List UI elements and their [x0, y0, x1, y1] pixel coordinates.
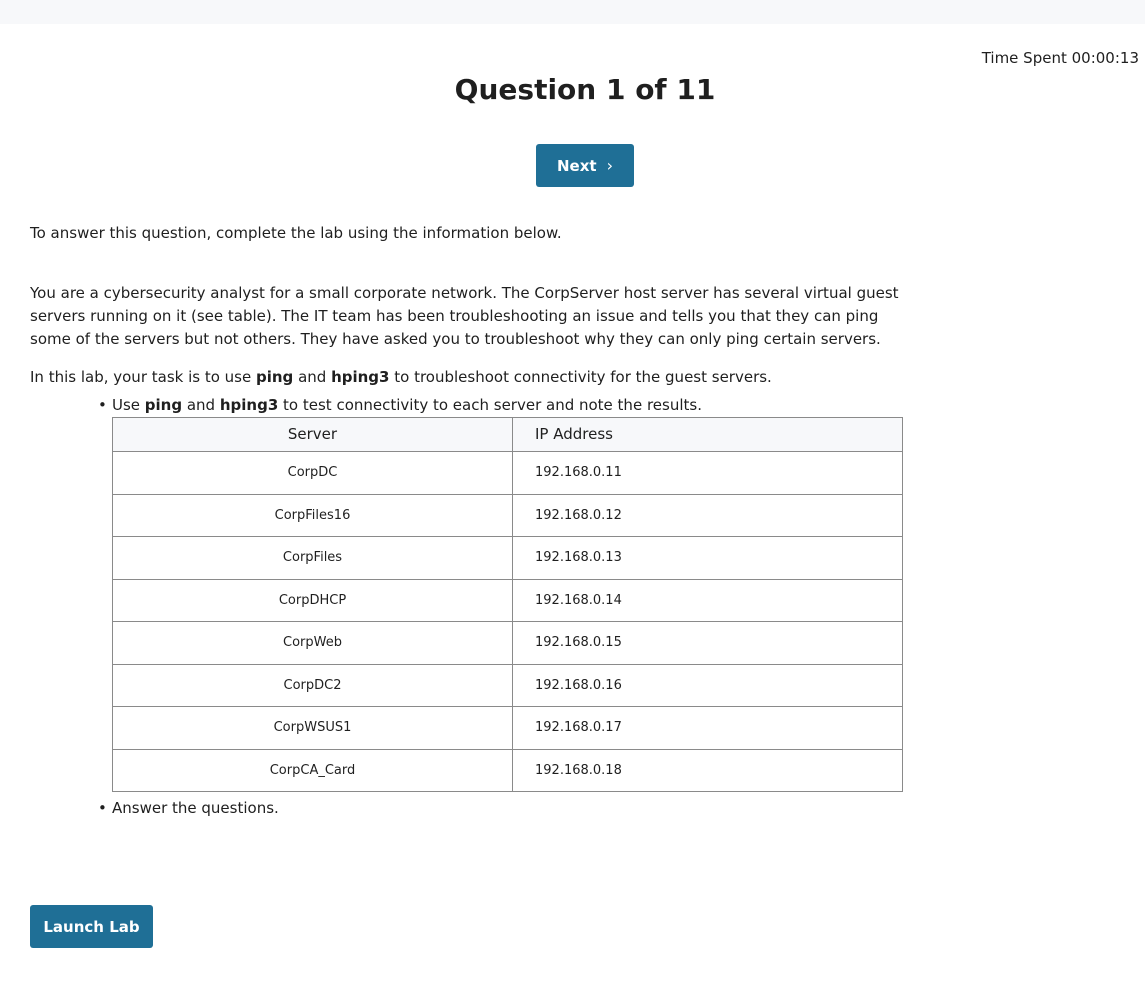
table-header-row: Server IP Address [112, 417, 903, 452]
server-table: Server IP Address CorpDC 192.168.0.11 Co… [112, 417, 903, 792]
time-spent-value: 00:00:13 [1071, 49, 1139, 67]
bullet-test-connectivity: Use ping and hping3 to test connectivity… [30, 394, 910, 417]
bullet-answer-questions: Answer the questions. [30, 797, 910, 820]
ip-address-cell: 192.168.0.14 [512, 578, 903, 622]
table-row: CorpFiles16 192.168.0.12 [112, 493, 903, 537]
bullet1-tool-hping3: hping3 [219, 396, 279, 414]
server-name-cell: CorpDHCP [112, 578, 513, 622]
ip-address-cell: 192.168.0.18 [512, 748, 903, 792]
table-row: CorpFiles 192.168.0.13 [112, 536, 903, 580]
task-and: and [293, 368, 332, 386]
chevron-right-icon: › [606, 155, 613, 175]
ip-address-cell: 192.168.0.16 [512, 663, 903, 707]
task-prefix: In this lab, your task is to use [30, 368, 256, 386]
table-row: CorpWeb 192.168.0.15 [112, 621, 903, 665]
table-row: CorpCA_Card 192.168.0.18 [112, 748, 903, 792]
server-name-cell: CorpCA_Card [112, 748, 513, 792]
time-spent-label: Time Spent [981, 49, 1067, 67]
launch-lab-button[interactable]: Launch Lab [30, 905, 153, 948]
server-name-cell: CorpDC [112, 451, 513, 495]
bullet1-tool-ping: ping [144, 396, 183, 414]
column-header-server: Server [112, 417, 513, 452]
server-name-cell: CorpWSUS1 [112, 706, 513, 750]
table-row: CorpWSUS1 192.168.0.17 [112, 706, 903, 750]
task-text: In this lab, your task is to use ping an… [30, 366, 910, 389]
scenario-text: You are a cybersecurity analyst for a sm… [30, 284, 899, 348]
question-title: Question 1 of 11 [454, 73, 716, 106]
table-row: CorpDC2 192.168.0.16 [112, 663, 903, 707]
bullet1-prefix: Use [112, 396, 145, 414]
table-row: CorpDHCP 192.168.0.14 [112, 578, 903, 622]
server-name-cell: CorpDC2 [112, 663, 513, 707]
ip-address-cell: 192.168.0.12 [512, 493, 903, 537]
next-button-label: Next [557, 156, 597, 175]
table-row: CorpDC 192.168.0.11 [112, 451, 903, 495]
question-content: To answer this question, complete the la… [30, 222, 910, 820]
bullet1-suffix: to test connectivity to each server and … [278, 396, 702, 414]
server-name-cell: CorpFiles [112, 536, 513, 580]
task-suffix: to troubleshoot connectivity for the gue… [389, 368, 772, 386]
column-header-ip-address: IP Address [512, 417, 903, 452]
ip-address-cell: 192.168.0.13 [512, 536, 903, 580]
intro-text: To answer this question, complete the la… [30, 224, 562, 242]
bullet1-and: and [182, 396, 220, 414]
ip-address-cell: 192.168.0.11 [512, 451, 903, 495]
ip-address-cell: 192.168.0.15 [512, 621, 903, 665]
top-bar [0, 0, 1145, 24]
task-tool-ping: ping [256, 368, 294, 386]
server-name-cell: CorpFiles16 [112, 493, 513, 537]
time-spent: Time Spent 00:00:13 [982, 49, 1139, 67]
task-tool-hping3: hping3 [331, 368, 390, 386]
next-button[interactable]: Next › [536, 144, 634, 187]
server-name-cell: CorpWeb [112, 621, 513, 665]
ip-address-cell: 192.168.0.17 [512, 706, 903, 750]
